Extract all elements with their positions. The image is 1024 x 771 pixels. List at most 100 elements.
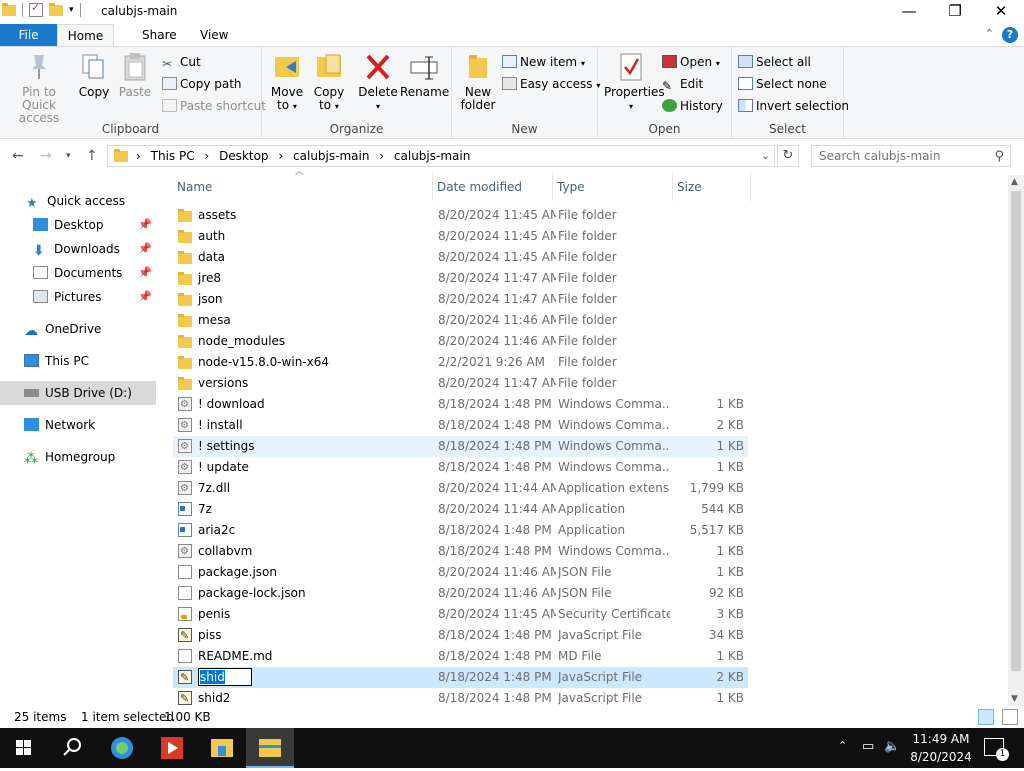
file-row[interactable]: piss 8/18/2024 1:48 PM JavaScript File 34 K… <box>173 625 748 646</box>
pin-icon[interactable]: 📌 <box>138 261 152 285</box>
rename-button[interactable]: Rename <box>400 51 449 99</box>
nav-downloads[interactable]: ⬇ Downloads 📌 <box>0 237 156 261</box>
pin-icon[interactable]: 📌 <box>138 213 152 237</box>
properties-quick-icon[interactable] <box>29 1 43 17</box>
file-row[interactable]: package.json 8/20/2024 11:46 AM JSON File 1… <box>173 562 748 583</box>
new-folder-button[interactable]: New folder <box>458 51 498 112</box>
file-row[interactable]: ! settings 8/18/2024 1:48 PM Windows Comma… <box>173 436 748 457</box>
large-icons-view-icon[interactable] <box>1002 709 1018 725</box>
history-button[interactable]: History <box>662 96 723 116</box>
nav-usb-drive[interactable]: USB Drive (D:) <box>0 381 156 405</box>
copy-path-button[interactable]: Copy path <box>162 74 242 94</box>
file-row[interactable]: ! download 8/18/2024 1:48 PM Windows Comma… <box>173 394 748 415</box>
refresh-icon[interactable]: ↻ <box>777 145 799 167</box>
file-row[interactable]: node_modules 8/20/2024 11:46 AM File folde… <box>173 331 748 352</box>
nav-desktop[interactable]: Desktop 📌 <box>0 213 156 237</box>
file-row[interactable]: node-v15.8.0-win-x64 2/2/2021 9:26 AM File… <box>173 352 748 373</box>
file-row[interactable]: collabvm 8/18/2024 1:48 PM Windows Comma..… <box>173 541 748 562</box>
paste-shortcut-button[interactable]: Paste shortcut <box>162 96 266 116</box>
file-row[interactable]: ! install 8/18/2024 1:48 PM Windows Comma.… <box>173 415 748 436</box>
taskbar-file-explorer[interactable] <box>246 728 294 768</box>
help-icon[interactable]: ? <box>1002 27 1018 43</box>
file-row[interactable]: ! update 8/18/2024 1:48 PM Windows Comma..… <box>173 457 748 478</box>
file-row[interactable]: assets 8/20/2024 11:45 AM File folder <box>173 205 748 226</box>
pin-to-quick-access-button[interactable]: Pin to Quick access <box>4 51 74 125</box>
new-item-button[interactable]: New item ▾ <box>502 52 585 72</box>
nav-documents[interactable]: Documents 📌 <box>0 261 156 285</box>
network-tray-icon[interactable]: ▭ <box>862 739 874 754</box>
column-type[interactable]: Type <box>553 173 673 201</box>
vertical-scrollbar[interactable]: ▲ ▼ <box>1008 175 1024 706</box>
taskbar-media-player[interactable] <box>148 728 196 768</box>
column-size[interactable]: Size <box>673 173 751 201</box>
tab-file[interactable]: File <box>0 24 57 46</box>
taskbar-browser[interactable] <box>98 728 146 768</box>
move-to-button[interactable]: Move to ▾ <box>268 51 306 113</box>
maximize-button[interactable]: ❐ <box>932 0 978 24</box>
file-row[interactable]: 7z.dll 8/20/2024 11:44 AMApplication exte… <box>173 478 748 499</box>
address-bar[interactable]: › This PC › Desktop › calubjs-main › cal… <box>107 145 775 167</box>
minimize-button[interactable]: — <box>886 0 932 24</box>
file-row[interactable]: jre8 8/20/2024 11:47 AM File folder <box>173 268 748 289</box>
breadcrumb-calubjs-main-current[interactable]: calubjs-main <box>394 149 470 163</box>
easy-access-button[interactable]: Easy access ▾ <box>502 74 600 94</box>
paste-button[interactable]: Paste <box>116 51 154 99</box>
copy-to-button[interactable]: Copy to ▾ <box>310 51 348 113</box>
nav-homegroup[interactable]: ⁂ Homegroup <box>0 445 156 469</box>
properties-button[interactable]: Properties ▾ <box>604 51 665 113</box>
up-arrow-icon[interactable]: ↑ <box>86 148 98 164</box>
action-center-icon[interactable]: 1 <box>984 738 1009 761</box>
close-button[interactable]: ✕ <box>978 0 1024 24</box>
select-none-button[interactable]: Select none <box>738 74 827 94</box>
invert-selection-button[interactable]: Invert selection <box>738 96 849 116</box>
tab-share[interactable]: Share <box>128 24 191 46</box>
file-row[interactable]: versions 8/20/2024 11:47 AM File folder <box>173 373 748 394</box>
nav-network[interactable]: Network <box>0 413 156 437</box>
volume-muted-icon[interactable]: 🔈 <box>884 739 900 754</box>
file-row[interactable]: json 8/20/2024 11:47 AM File folder <box>173 289 748 310</box>
file-row[interactable]: 7z 8/20/2024 11:44 AM Application 544 KB <box>173 499 748 520</box>
scroll-up-icon[interactable]: ▲ <box>1011 177 1018 187</box>
details-view-icon[interactable] <box>978 709 994 725</box>
nav-quick-access[interactable]: ★ Quick access <box>0 189 156 213</box>
search-taskbar-button[interactable] <box>48 728 96 768</box>
cut-button[interactable]: ✂ Cut <box>162 52 201 72</box>
system-clock[interactable]: 11:49 AM 8/20/2024 <box>906 730 976 766</box>
address-dropdown-icon[interactable]: ⌄ <box>761 149 770 162</box>
customize-quick-access-icon[interactable]: ▾ <box>69 5 74 15</box>
select-all-button[interactable]: Select all <box>738 52 811 72</box>
nav-onedrive[interactable]: ☁ OneDrive <box>0 317 156 341</box>
open-button[interactable]: Open ▾ <box>662 52 720 72</box>
scroll-down-icon[interactable]: ▼ <box>1011 694 1018 704</box>
file-row[interactable]: shid 8/18/2024 1:48 PM JavaScript File 2 KB <box>173 667 748 688</box>
search-icon[interactable]: ⚲ <box>994 149 1004 164</box>
tab-home[interactable]: Home <box>57 24 114 47</box>
taskbar-file-manager[interactable] <box>198 728 246 768</box>
breadcrumb-desktop[interactable]: Desktop <box>219 149 269 163</box>
edit-button[interactable]: ✎ Edit <box>662 74 703 94</box>
new-folder-quick-icon[interactable] <box>49 2 63 16</box>
pin-icon[interactable]: 📌 <box>138 237 152 261</box>
scrollbar-thumb[interactable] <box>1011 191 1021 671</box>
file-row[interactable]: package-lock.json 8/20/2024 11:46 AM JSON … <box>173 583 748 604</box>
show-hidden-icons-icon[interactable]: ⌃ <box>838 739 847 752</box>
rename-input[interactable]: shid <box>198 667 252 686</box>
pin-icon[interactable]: 📌 <box>138 285 152 309</box>
start-button[interactable] <box>0 728 48 768</box>
recent-locations-icon[interactable]: ▾ <box>66 151 71 161</box>
file-row[interactable]: aria2c 8/18/2024 1:48 PM Application 5,517 … <box>173 520 748 541</box>
file-row[interactable]: data 8/20/2024 11:45 AM File folder <box>173 247 748 268</box>
file-row[interactable]: README.md 8/18/2024 1:48 PM MD File 1 KB <box>173 646 748 667</box>
collapse-ribbon-icon[interactable]: ⌃ <box>985 27 994 40</box>
delete-button[interactable]: Delete ▾ <box>358 51 398 113</box>
copy-button[interactable]: Copy <box>76 51 112 99</box>
nav-pictures[interactable]: Pictures 📌 <box>0 285 156 309</box>
search-input[interactable] <box>812 146 982 166</box>
nav-this-pc[interactable]: This PC <box>0 349 156 373</box>
column-date-modified[interactable]: Date modified <box>433 173 553 201</box>
file-row[interactable]: mesa 8/20/2024 11:46 AM File folder <box>173 310 748 331</box>
file-row[interactable]: penis 8/20/2024 11:45 AM Security Certific… <box>173 604 748 625</box>
file-row[interactable]: auth 8/20/2024 11:45 AM File folder <box>173 226 748 247</box>
column-name[interactable]: Name <box>173 173 433 201</box>
back-arrow-icon[interactable]: ← <box>12 148 24 164</box>
